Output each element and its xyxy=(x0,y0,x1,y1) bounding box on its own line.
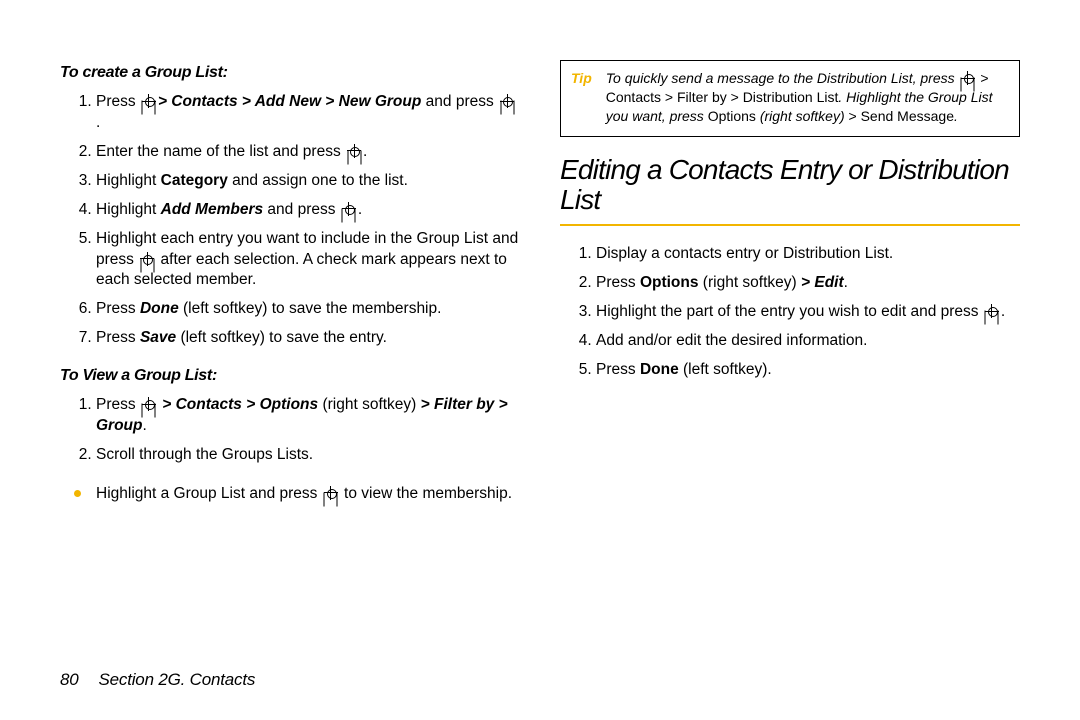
nav-icon xyxy=(142,397,156,411)
tip-label: Tip xyxy=(571,69,592,126)
step: Scroll through the Groups Lists. xyxy=(96,445,520,466)
step: Press Done (left softkey). xyxy=(596,360,1020,381)
create-group-steps: Press > Contacts > Add New > New Group a… xyxy=(60,92,520,349)
nav-icon xyxy=(342,202,356,216)
step: Press > Contacts > Add New > New Group a… xyxy=(96,92,520,134)
step: Press Options (right softkey) > Edit. xyxy=(596,273,1020,294)
step: Press Save (left softkey) to save the en… xyxy=(96,328,520,349)
step: Highlight Category and assign one to the… xyxy=(96,171,520,192)
step: Enter the name of the list and press . xyxy=(96,142,520,163)
page-number: 80 xyxy=(60,670,79,690)
right-column: Tip To quickly send a message to the Dis… xyxy=(560,60,1020,660)
nav-icon xyxy=(140,252,154,266)
nav-icon xyxy=(347,144,361,158)
step: Display a contacts entry or Distribution… xyxy=(596,244,1020,265)
section-label: Section 2G. Contacts xyxy=(99,670,256,690)
subhead-view-group: To View a Group List: xyxy=(60,367,520,385)
view-group-steps: Press > Contacts > Options (right softke… xyxy=(60,395,520,466)
step: Highlight each entry you want to include… xyxy=(96,229,520,292)
divider xyxy=(560,224,1020,226)
page-footer: 80 Section 2G. Contacts xyxy=(60,660,1020,690)
two-column-layout: To create a Group List: Press > Contacts… xyxy=(60,60,1020,660)
step: Highlight Add Members and press . xyxy=(96,200,520,221)
manual-page: To create a Group List: Press > Contacts… xyxy=(0,0,1080,720)
tip-box: Tip To quickly send a message to the Dis… xyxy=(560,60,1020,137)
nav-path: > Contacts > Add New > New Group xyxy=(158,93,421,110)
step: Add and/or edit the desired information. xyxy=(596,331,1020,352)
list-item: Highlight a Group List and press to view… xyxy=(68,484,520,505)
step: Press > Contacts > Options (right softke… xyxy=(96,395,520,437)
view-group-bullet: Highlight a Group List and press to view… xyxy=(60,484,520,505)
nav-icon xyxy=(985,304,999,318)
nav-icon xyxy=(324,486,338,500)
left-column: To create a Group List: Press > Contacts… xyxy=(60,60,520,660)
subhead-create-group: To create a Group List: xyxy=(60,64,520,82)
step: Highlight the part of the entry you wish… xyxy=(596,302,1020,323)
edit-steps: Display a contacts entry or Distribution… xyxy=(560,244,1020,381)
tip-body: To quickly send a message to the Distrib… xyxy=(606,69,1009,126)
section-title: Editing a Contacts Entry or Distribution… xyxy=(560,155,1020,217)
nav-icon xyxy=(142,94,156,108)
step: Press Done (left softkey) to save the me… xyxy=(96,299,520,320)
nav-icon xyxy=(961,71,975,85)
nav-path: > Contacts > Options xyxy=(158,396,318,413)
nav-icon xyxy=(500,94,514,108)
